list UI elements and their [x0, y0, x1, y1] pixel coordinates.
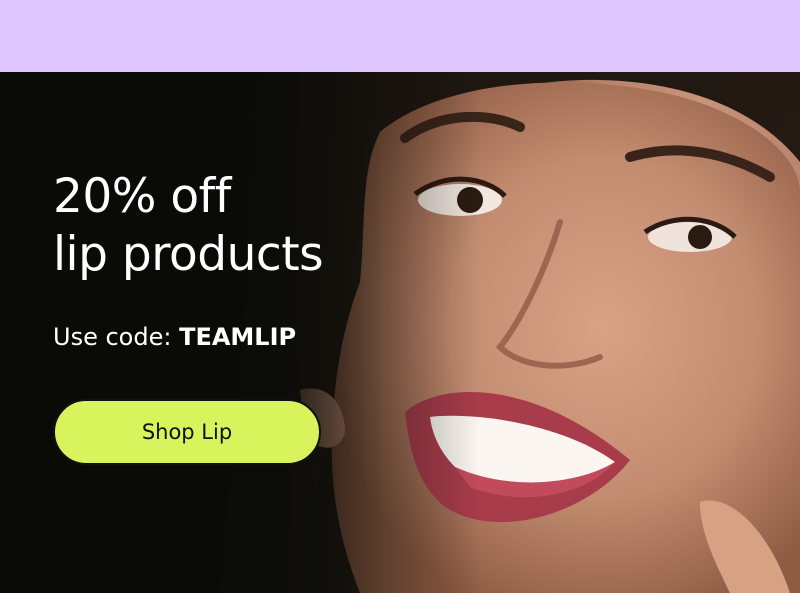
- shop-lip-button-label: Shop Lip: [141, 420, 233, 444]
- hero-banner: 20% off lip products Use code: TEAMLIP S…: [0, 72, 800, 593]
- promo-page: 20% off lip products Use code: TEAMLIP S…: [0, 0, 800, 593]
- shop-lip-button[interactable]: Shop Lip: [53, 399, 321, 465]
- promo-headline: 20% off lip products: [53, 168, 324, 284]
- headline-line-1: 20% off: [53, 169, 231, 224]
- promo-code: TEAMLIP: [179, 323, 297, 351]
- promo-code-line: Use code: TEAMLIP: [53, 320, 296, 354]
- promo-code-prefix: Use code:: [53, 323, 172, 351]
- top-color-band: [0, 0, 800, 72]
- headline-line-2: lip products: [53, 227, 324, 282]
